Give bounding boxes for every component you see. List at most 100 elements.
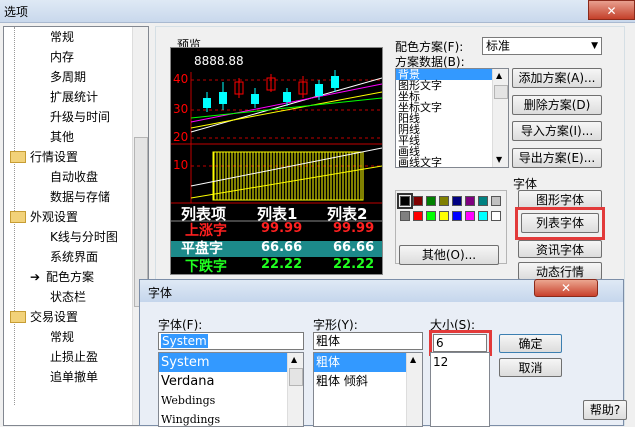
tree-folder-quotes[interactable]: 行情设置	[10, 147, 78, 167]
scroll-down-icon[interactable]: ▼	[496, 155, 502, 164]
window-titlebar	[0, 0, 635, 23]
add-scheme-button[interactable]: 添加方案(A)...	[512, 68, 602, 88]
down-row-label: 下跌字	[185, 259, 227, 275]
color-swatch[interactable]	[478, 196, 488, 206]
tree-item-chase-cancel[interactable]: 追单撤单	[50, 367, 98, 387]
style-list-scrollbar[interactable]: ▲	[406, 353, 422, 426]
scheme-data-list[interactable]: 背景 图形文字 坐标 坐标文字 阳线 阴线 平线 画线 画线文字 叠加 ▲ ▼	[395, 68, 509, 168]
y-tick-label: 40	[173, 72, 189, 86]
window-title: 选项	[4, 5, 29, 19]
color-swatch[interactable]	[491, 196, 501, 206]
tree-item-general[interactable]: 常规	[50, 27, 74, 47]
font-list-thumb[interactable]	[289, 368, 303, 386]
candle	[203, 98, 211, 108]
tree-folder-label: 行情设置	[30, 150, 79, 164]
scroll-up-icon[interactable]: ▲	[410, 355, 416, 364]
up-row-value: 99.99	[333, 221, 375, 236]
candle	[219, 92, 227, 104]
flat-row-label: 平盘字	[181, 241, 223, 257]
candle	[331, 76, 339, 88]
tree-item-system-ui[interactable]: 系统界面	[50, 247, 98, 267]
color-swatch[interactable]	[439, 211, 449, 221]
color-swatch[interactable]	[397, 193, 413, 209]
font-list-item[interactable]: Verdana	[159, 372, 303, 391]
volume-bars	[190, 147, 382, 201]
scroll-up-icon[interactable]: ▲	[496, 71, 502, 80]
font-style-list[interactable]: 粗体 粗体 倾斜 ▲	[313, 352, 423, 427]
font-size-list[interactable]: 12	[430, 352, 490, 427]
info-font-button[interactable]: 资讯字体	[518, 240, 602, 258]
color-swatch[interactable]	[452, 196, 462, 206]
tree-item-data-storage[interactable]: 数据与存储	[50, 187, 110, 207]
color-swatch[interactable]	[478, 211, 488, 221]
font-list-item[interactable]: Webdings	[159, 391, 303, 410]
tree-item-trade-general[interactable]: 常规	[50, 327, 74, 347]
window-close-button[interactable]: ✕	[588, 0, 635, 20]
tree-item-other[interactable]: 其他	[50, 127, 74, 147]
y-tick-label: 10	[173, 158, 189, 172]
font-style-input[interactable]: 粗体	[313, 332, 423, 350]
price-readout: 8888.88	[194, 54, 244, 68]
folder-icon	[10, 210, 26, 223]
color-swatch[interactable]	[400, 211, 410, 221]
font-name-list[interactable]: System Verdana Webdings Wingdings ▲	[158, 352, 304, 427]
tree-folder-appearance[interactable]: 外观设置	[10, 207, 78, 227]
scroll-up-icon[interactable]: ▲	[291, 355, 297, 364]
font-dialog-close-button[interactable]: ✕	[534, 279, 598, 297]
font-list-item[interactable]: System	[159, 353, 303, 372]
tree-item-stop-loss[interactable]: 止损止盈	[50, 347, 98, 367]
color-swatch[interactable]	[465, 196, 475, 206]
font-cancel-button[interactable]: 取消	[499, 358, 562, 377]
color-swatch[interactable]	[413, 196, 423, 206]
color-swatch[interactable]	[491, 211, 501, 221]
tree-item-status-bar[interactable]: 状态栏	[50, 287, 86, 307]
chevron-down-icon: ▼	[591, 41, 598, 51]
tree-item-auto-close[interactable]: 自动收盘	[50, 167, 98, 187]
color-swatch[interactable]	[439, 196, 449, 206]
tree-item-color-scheme[interactable]: ➔ 配色方案	[30, 267, 94, 287]
tree-item-memory[interactable]: 内存	[50, 47, 74, 67]
tree-item-kline-timeshare[interactable]: K线与分时图	[50, 227, 118, 247]
font-dialog: 字体 字体(F): System System Verdana Webdings…	[139, 279, 624, 427]
help-button[interactable]: 帮助?	[583, 400, 627, 420]
color-swatch[interactable]	[465, 211, 475, 221]
font-list-item[interactable]: Wingdings	[159, 410, 303, 426]
color-scheme-select[interactable]: 标准 ▼	[482, 37, 602, 55]
tree-folder-trading[interactable]: 交易设置	[10, 307, 78, 327]
import-scheme-button[interactable]: 导入方案(I)...	[512, 121, 602, 141]
font-name-input[interactable]: System	[158, 332, 304, 350]
export-scheme-button[interactable]: 导出方案(E)...	[512, 148, 602, 168]
dynamic-quote-button[interactable]: 动态行情	[518, 262, 602, 280]
color-scheme-value: 标准	[486, 39, 511, 53]
color-swatch[interactable]	[413, 211, 423, 221]
font-ok-button[interactable]: 确定	[499, 334, 562, 353]
size-list-item[interactable]: 12	[431, 353, 489, 372]
color-swatch[interactable]	[426, 211, 436, 221]
flat-row-value: 66.66	[261, 240, 303, 255]
candle	[315, 84, 323, 96]
other-color-button[interactable]: 其他(O)...	[399, 245, 499, 265]
folder-icon	[10, 310, 26, 323]
scheme-list-thumb[interactable]	[494, 85, 508, 99]
font-name-label: 字体(F):	[158, 318, 203, 332]
tree-item-ext-stats[interactable]: 扩展统计	[50, 87, 98, 107]
options-tree: 常规 内存 多周期 扩展统计 升级与时间 其他 行情设置 自动收盘 数据与存储 …	[3, 26, 149, 426]
up-row-value: 99.99	[261, 221, 303, 236]
tree-item-multi-period[interactable]: 多周期	[50, 67, 86, 87]
font-name-value: System	[161, 334, 208, 348]
tree-item-upgrade-time[interactable]: 升级与时间	[50, 107, 110, 127]
volume-fill	[213, 152, 363, 200]
color-swatch[interactable]	[452, 211, 462, 221]
candle	[283, 92, 291, 102]
y-tick-label: 30	[173, 102, 189, 116]
delete-scheme-button[interactable]: 删除方案(D)	[512, 95, 602, 115]
tree-folder-label: 交易设置	[30, 310, 79, 324]
scheme-list-scrollbar[interactable]: ▲ ▼	[492, 69, 508, 167]
y-tick-label: 20	[173, 130, 189, 144]
color-swatch[interactable]	[426, 196, 436, 206]
up-row-label: 上涨字	[185, 223, 227, 239]
font-list-scrollbar[interactable]: ▲	[287, 353, 303, 426]
flat-row-value: 66.66	[333, 240, 375, 255]
folder-icon	[10, 150, 26, 163]
font-style-label: 字形(Y):	[313, 318, 358, 332]
